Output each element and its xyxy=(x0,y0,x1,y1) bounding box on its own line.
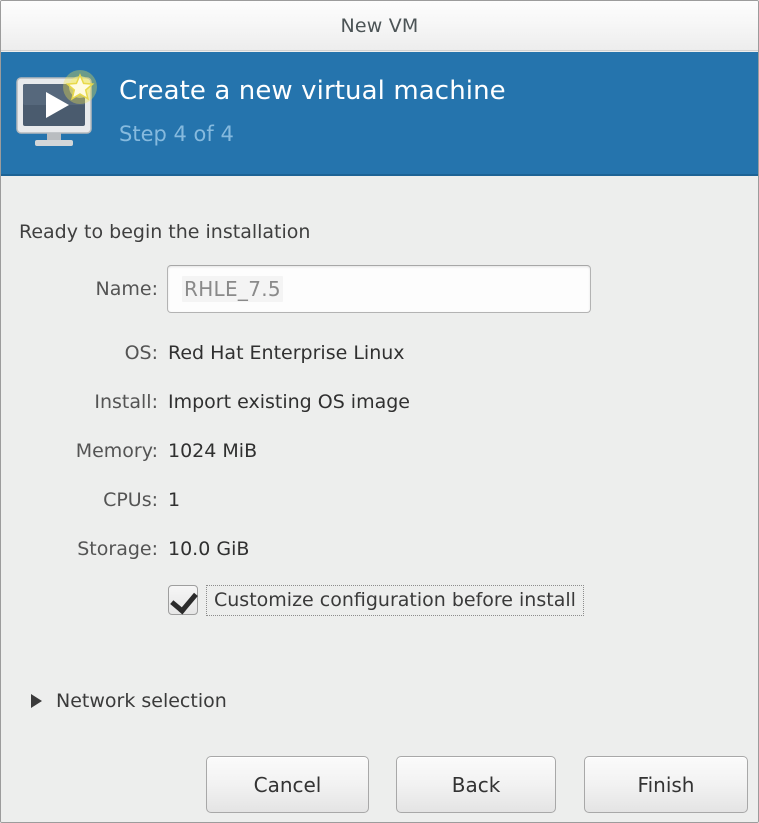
os-label: OS: xyxy=(124,342,158,364)
name-field-row: Name: RHLE_7.5 xyxy=(1,263,758,315)
summary-row-cpus: CPUs: 1 xyxy=(1,485,758,515)
window-titlebar: New VM xyxy=(1,1,758,51)
wizard-step-indicator: Step 4 of 4 xyxy=(119,122,234,146)
os-value: Red Hat Enterprise Linux xyxy=(168,342,405,364)
dialog-button-bar: Cancel Back Finish xyxy=(1,756,758,816)
wizard-header-text: Create a new virtual machine Step 4 of 4 xyxy=(119,74,506,149)
customize-configuration-checkbox[interactable] xyxy=(168,585,198,615)
triangle-right-icon xyxy=(31,694,42,708)
new-vm-monitor-star-icon xyxy=(13,70,105,158)
memory-value: 1024 MiB xyxy=(168,440,258,462)
wizard-header-banner: Create a new virtual machine Step 4 of 4 xyxy=(1,52,758,176)
summary-row-install: Install: Import existing OS image xyxy=(1,387,758,417)
cpus-label: CPUs: xyxy=(103,489,158,511)
window-title: New VM xyxy=(340,14,419,37)
network-selection-expander[interactable]: Network selection xyxy=(31,690,227,712)
name-label: Name: xyxy=(95,278,158,300)
customize-configuration-label: Customize configuration before install xyxy=(214,588,576,611)
new-vm-dialog: New VM Create a new virtual machine Step… xyxy=(0,0,759,823)
back-button[interactable]: Back xyxy=(396,756,556,813)
summary-row-storage: Storage: 10.0 GiB xyxy=(1,534,758,564)
name-input-value: RHLE_7.5 xyxy=(182,276,283,302)
name-input[interactable]: RHLE_7.5 xyxy=(167,265,591,313)
wizard-title: Create a new virtual machine xyxy=(119,76,506,106)
install-label: Install: xyxy=(94,391,158,413)
finish-button[interactable]: Finish xyxy=(584,756,748,813)
customize-configuration-row[interactable]: Customize configuration before install xyxy=(168,581,584,619)
storage-label: Storage: xyxy=(77,538,158,560)
install-value: Import existing OS image xyxy=(168,391,410,413)
storage-value: 10.0 GiB xyxy=(168,538,250,560)
cancel-button[interactable]: Cancel xyxy=(206,756,369,813)
dialog-content: Ready to begin the installation Name: RH… xyxy=(1,178,758,822)
customize-configuration-label-focus: Customize configuration before install xyxy=(206,584,584,616)
network-selection-label: Network selection xyxy=(56,690,227,712)
memory-label: Memory: xyxy=(75,440,158,462)
cpus-value: 1 xyxy=(168,489,181,511)
summary-row-memory: Memory: 1024 MiB xyxy=(1,436,758,466)
summary-row-os: OS: Red Hat Enterprise Linux xyxy=(1,338,758,368)
ready-message: Ready to begin the installation xyxy=(19,221,311,243)
